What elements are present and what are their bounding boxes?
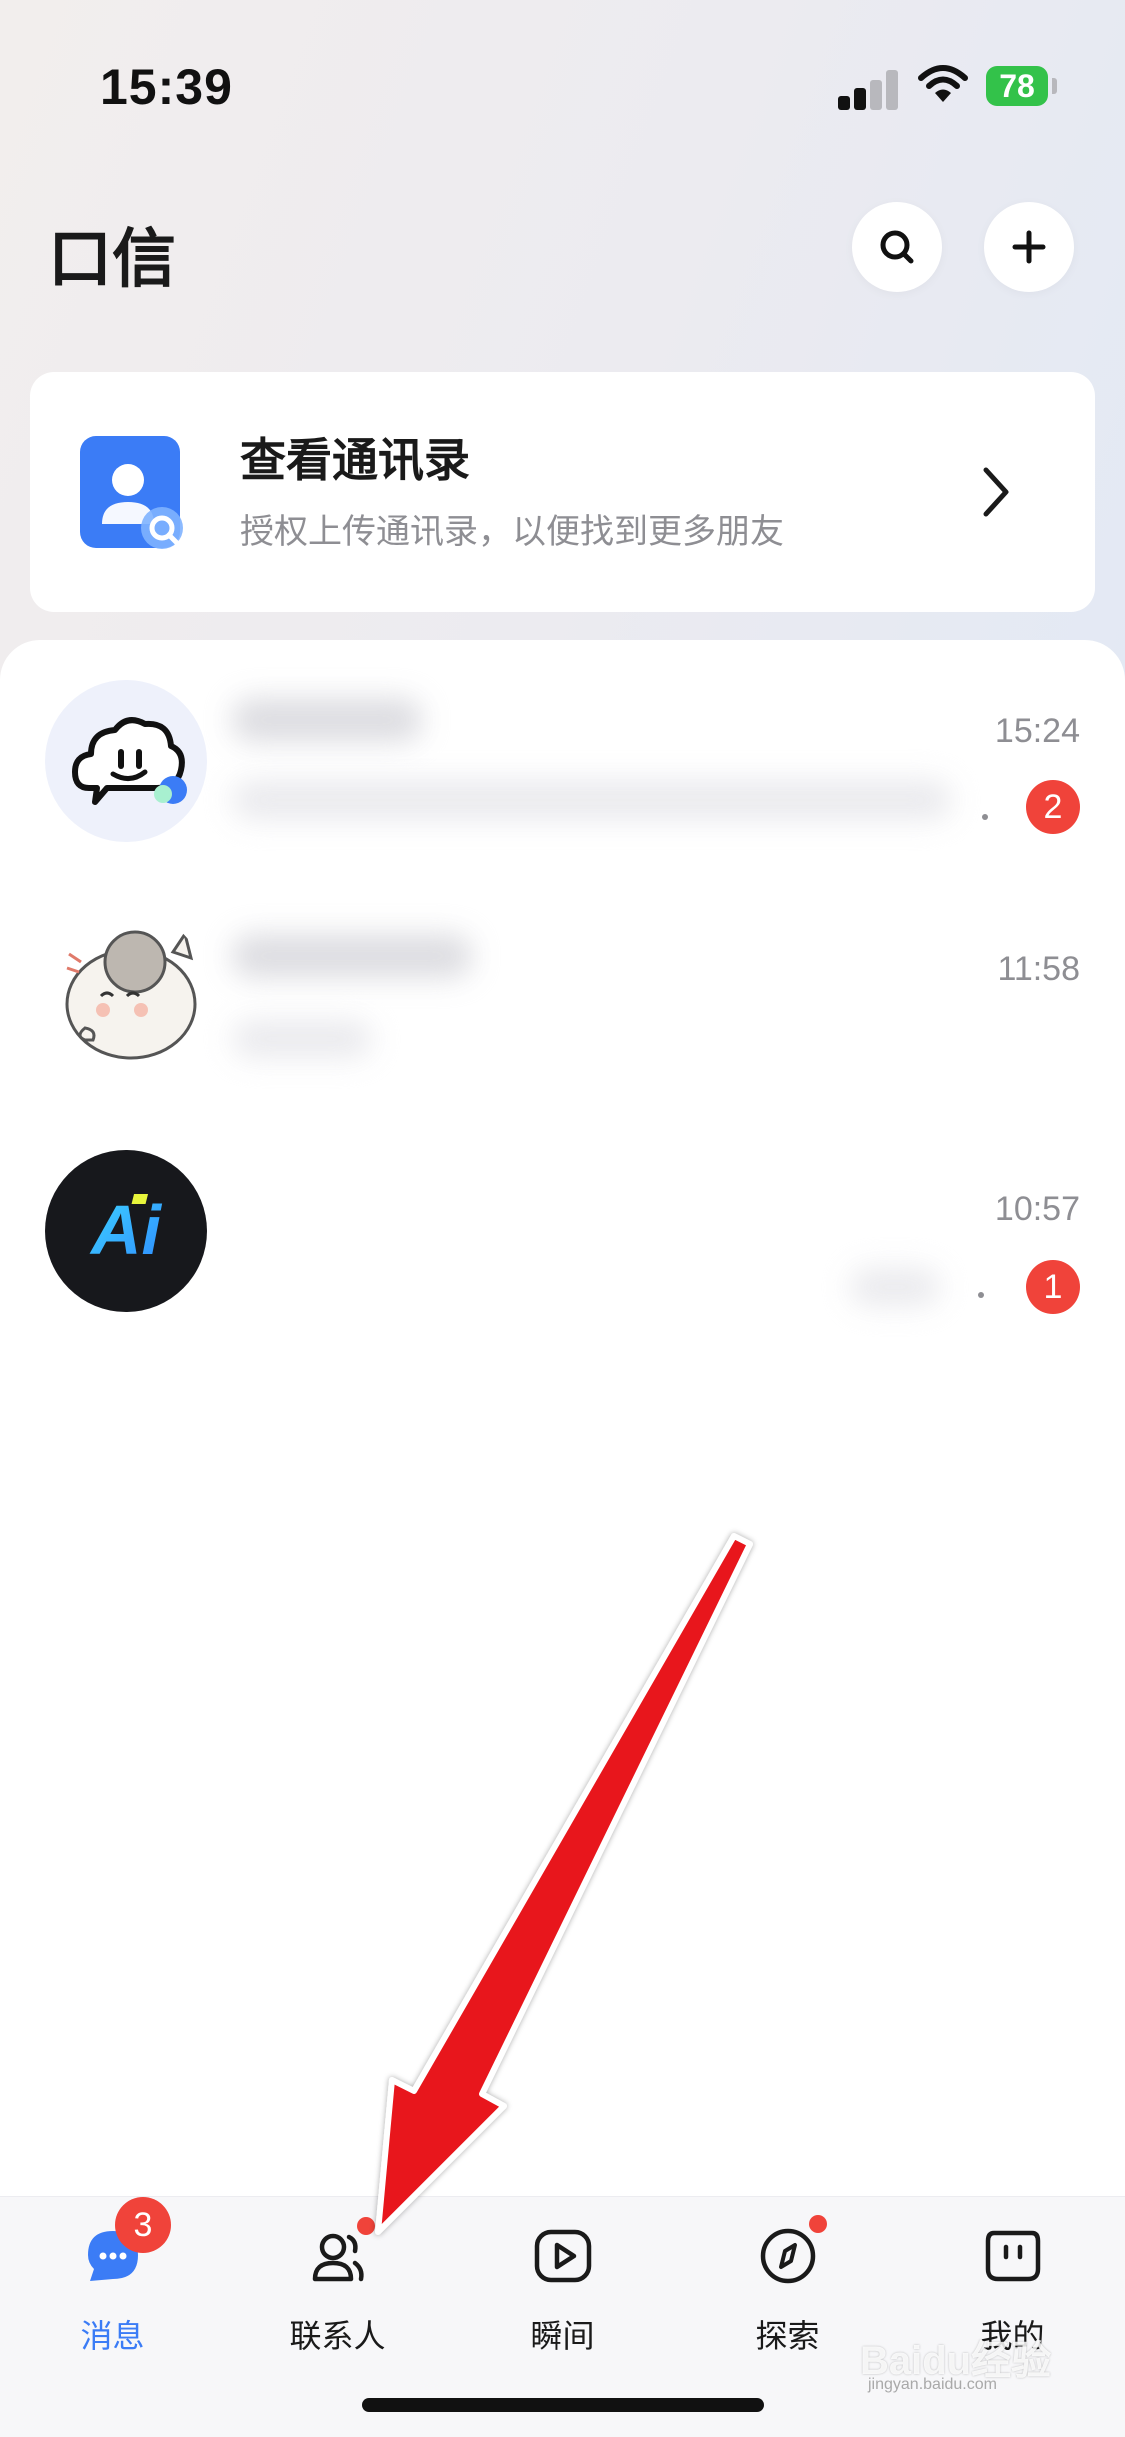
- contacts-icon: [312, 2233, 364, 2282]
- tab-label: 瞬间: [530, 2317, 595, 2355]
- chat-preview-redacted: [850, 1268, 940, 1306]
- chat-name-redacted: [232, 698, 422, 742]
- unread-badge: 2: [1026, 780, 1080, 834]
- tab-label: 消息: [80, 2317, 145, 2355]
- profile-face-icon: [985, 2230, 1041, 2282]
- chat-time: 15:24: [994, 712, 1080, 750]
- view-contacts-card[interactable]: 查看通讯录 授权上传通讯录，以便找到更多朋友: [30, 372, 1095, 612]
- chat-preview-redacted: [232, 780, 952, 820]
- play-icon: [534, 2229, 592, 2283]
- chat-name-redacted: [232, 934, 472, 978]
- contacts-card-title: 查看通讯录: [240, 433, 470, 487]
- chat-item[interactable]: 11:58: [0, 880, 1125, 1080]
- search-icon: [880, 230, 914, 264]
- chat-preview-redacted: [232, 1020, 372, 1058]
- tab-messages[interactable]: 3 消息: [0, 2197, 225, 2367]
- avatar: Ai: [45, 1150, 207, 1312]
- separator-dot: [982, 814, 988, 820]
- chevron-right-icon: [983, 467, 1009, 517]
- new-indicator-dot: [809, 2215, 827, 2233]
- cloud-face-icon: [72, 717, 187, 805]
- wifi-icon: [918, 65, 968, 102]
- chat-list: 15:24 2 11:58 Ai 10:57 1: [0, 640, 1125, 2196]
- sticker-cat-icon: [65, 930, 197, 1060]
- search-button[interactable]: [852, 202, 942, 292]
- chat-time: 11:58: [997, 950, 1080, 988]
- address-book-icon: [80, 436, 183, 549]
- unread-badge: 1: [1026, 1260, 1080, 1314]
- avatar: [45, 910, 207, 1072]
- add-button[interactable]: [984, 202, 1074, 292]
- battery-tip: [1052, 78, 1057, 94]
- page-title: 口信: [48, 223, 176, 297]
- new-indicator-dot: [357, 2217, 375, 2235]
- separator-dot: [978, 1292, 984, 1298]
- tab-moments[interactable]: 瞬间: [450, 2197, 675, 2367]
- tab-label: 联系人: [289, 2317, 386, 2355]
- plus-icon: [1012, 230, 1046, 264]
- chat-item[interactable]: Ai 10:57 1: [0, 1120, 1125, 1320]
- ai-avatar-text: Ai: [89, 1191, 163, 1269]
- chat-item[interactable]: 15:24 2: [0, 640, 1125, 842]
- avatar: [45, 680, 207, 842]
- battery-icon: 78: [986, 66, 1048, 106]
- compass-icon: [760, 2228, 816, 2284]
- contacts-card-subtitle: 授权上传通讯录，以便找到更多朋友: [240, 512, 784, 552]
- cellular-signal-icon: [838, 66, 900, 110]
- tab-contacts[interactable]: 联系人: [225, 2197, 450, 2367]
- home-indicator: [362, 2398, 764, 2412]
- ai-logo-icon: Ai: [89, 1191, 163, 1269]
- chat-time: 10:57: [994, 1190, 1080, 1228]
- watermark-url: jingyan.baidu.com: [868, 2376, 997, 2393]
- tab-badge: 3: [115, 2197, 171, 2253]
- status-time: 15:39: [100, 59, 233, 115]
